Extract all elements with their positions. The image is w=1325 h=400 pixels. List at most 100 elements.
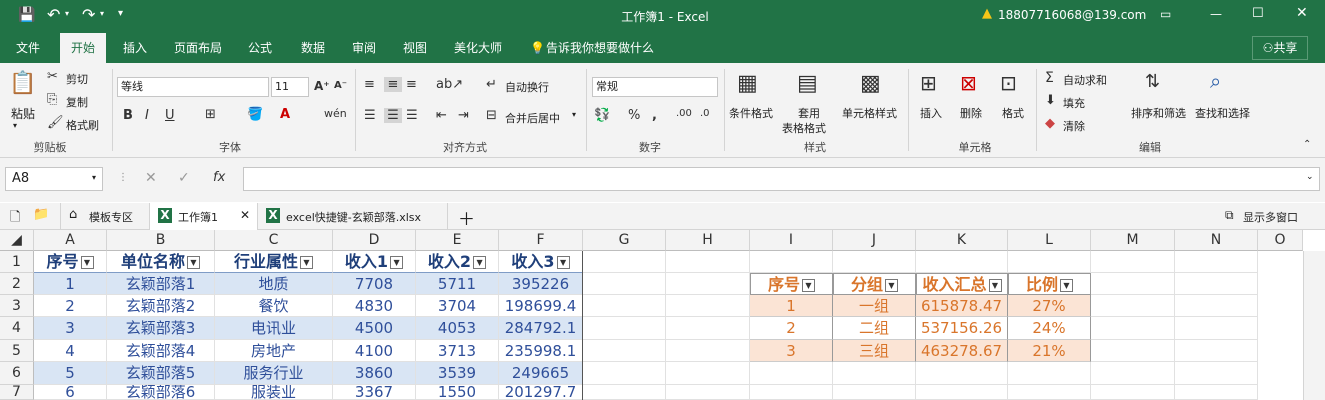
empty-cell[interactable]: [1091, 295, 1175, 317]
undo-dropdown-icon[interactable]: ▾: [65, 9, 69, 18]
decrease-font-icon[interactable]: A⁻: [334, 80, 347, 91]
empty-cell[interactable]: [666, 362, 750, 385]
border-icon[interactable]: ⊞: [205, 107, 216, 122]
increase-indent-icon[interactable]: ⇥: [458, 108, 469, 123]
clear-button[interactable]: 清除: [1063, 118, 1085, 134]
table-cell[interactable]: 5711: [416, 273, 499, 295]
empty-cell[interactable]: [666, 340, 750, 362]
column-header-E[interactable]: E: [416, 230, 499, 251]
phonetic-icon[interactable]: wén: [324, 107, 347, 120]
table-cell[interactable]: 3: [750, 340, 833, 362]
table-cell[interactable]: 3539: [416, 362, 499, 385]
filter-dropdown-icon[interactable]: ▼: [390, 256, 404, 269]
table-cell[interactable]: 201297.7: [499, 385, 583, 400]
copy-button[interactable]: 复制: [66, 94, 88, 110]
empty-cell[interactable]: [1091, 273, 1175, 295]
name-box-dropdown-icon[interactable]: ▾: [92, 173, 96, 182]
redo-dropdown-icon[interactable]: ▾: [100, 9, 104, 18]
empty-cell[interactable]: [583, 385, 666, 400]
column-header-N[interactable]: N: [1175, 230, 1258, 251]
header-cell[interactable]: 收入2 ▼: [416, 251, 499, 273]
table-cell[interactable]: 463278.67: [916, 340, 1008, 362]
tab-workbook1[interactable]: X 工作簿1 ✕: [150, 203, 258, 230]
column-header-J[interactable]: J: [833, 230, 916, 251]
tab-page-layout[interactable]: 页面布局: [168, 33, 228, 63]
tab-template[interactable]: ⌂ 模板专区: [60, 203, 150, 230]
column-header-H[interactable]: H: [666, 230, 750, 251]
header-cell[interactable]: 比例 ▼: [1008, 273, 1091, 295]
align-top-icon[interactable]: ≡: [364, 77, 375, 92]
empty-cell[interactable]: [833, 385, 916, 400]
column-header-C[interactable]: C: [215, 230, 333, 251]
row-header-1[interactable]: 1: [0, 251, 34, 273]
empty-cell[interactable]: [666, 273, 750, 295]
header-cell[interactable]: 单位名称 ▼: [107, 251, 215, 273]
table-cell[interactable]: 4830: [333, 295, 416, 317]
collapse-ribbon-icon[interactable]: ⌃: [1303, 139, 1311, 150]
align-center-icon[interactable]: ☰: [384, 108, 402, 123]
percent-icon[interactable]: %: [628, 108, 640, 123]
empty-cell[interactable]: [1091, 340, 1175, 362]
table-cell[interactable]: 1550: [416, 385, 499, 400]
column-header-F[interactable]: F: [499, 230, 583, 251]
empty-cell[interactable]: [1175, 362, 1258, 385]
header-cell[interactable]: 序号 ▼: [34, 251, 107, 273]
delete-cells-button[interactable]: 删除: [960, 105, 982, 121]
enter-icon[interactable]: ✓: [178, 170, 190, 186]
empty-cell[interactable]: [583, 251, 666, 273]
empty-cell[interactable]: [666, 251, 750, 273]
table-cell[interactable]: 284792.1: [499, 317, 583, 340]
font-size-select[interactable]: 11: [271, 77, 309, 97]
paste-dropdown-icon[interactable]: ▾: [13, 121, 17, 130]
table-cell[interactable]: 玄颖部落1: [107, 273, 215, 295]
tab-file2[interactable]: X excel快捷键-玄颖部落.xlsx: [258, 203, 448, 230]
merge-center-button[interactable]: 合并后居中: [505, 110, 560, 126]
empty-cell[interactable]: [750, 385, 833, 400]
filter-dropdown-icon[interactable]: ▼: [80, 256, 94, 269]
tab-file[interactable]: 文件: [5, 33, 51, 63]
column-header-G[interactable]: G: [583, 230, 666, 251]
table-cell[interactable]: 4100: [333, 340, 416, 362]
save-icon[interactable]: 💾: [18, 7, 35, 23]
empty-cell[interactable]: [1175, 273, 1258, 295]
empty-cell[interactable]: [1091, 362, 1175, 385]
table-cell[interactable]: 3: [34, 317, 107, 340]
wrap-text-button[interactable]: 自动换行: [505, 79, 549, 95]
column-header-B[interactable]: B: [107, 230, 215, 251]
decrease-decimal-icon[interactable]: .0: [700, 108, 710, 119]
empty-cell[interactable]: [750, 251, 833, 273]
filter-dropdown-icon[interactable]: ▼: [988, 279, 1002, 292]
header-cell[interactable]: 行业属性 ▼: [215, 251, 333, 273]
underline-button[interactable]: U: [165, 108, 175, 123]
paste-icon[interactable]: 📋: [9, 71, 37, 101]
table-cell[interactable]: 3367: [333, 385, 416, 400]
currency-icon[interactable]: 💱: [594, 108, 610, 123]
column-header-O[interactable]: O: [1258, 230, 1303, 251]
increase-font-icon[interactable]: A⁺: [314, 79, 330, 93]
empty-cell[interactable]: [1008, 251, 1091, 273]
table-cell[interactable]: 地质: [215, 273, 333, 295]
increase-decimal-icon[interactable]: .00: [676, 108, 692, 119]
paste-button[interactable]: 粘贴: [11, 105, 35, 122]
table-cell[interactable]: 7708: [333, 273, 416, 295]
empty-cell[interactable]: [666, 385, 750, 400]
spreadsheet-grid[interactable]: ◢ ABCDEFGHIJKLMNO 1234567 序号 ▼ 单位名称 ▼ 行业属性 ▼ 收…: [0, 230, 1325, 400]
empty-cell[interactable]: [833, 251, 916, 273]
filter-dropdown-icon[interactable]: ▼: [187, 256, 200, 269]
filter-dropdown-icon[interactable]: ▼: [1060, 279, 1073, 292]
undo-icon[interactable]: ↶: [47, 5, 60, 24]
bold-button[interactable]: B: [123, 108, 133, 123]
header-cell[interactable]: 收入汇总 ▼: [916, 273, 1008, 295]
column-header-M[interactable]: M: [1091, 230, 1175, 251]
format-table-line2[interactable]: 表格格式: [782, 120, 826, 136]
table-cell[interactable]: 电讯业: [215, 317, 333, 340]
empty-cell[interactable]: [833, 362, 916, 385]
tab-data[interactable]: 数据: [290, 33, 336, 63]
table-cell[interactable]: 3713: [416, 340, 499, 362]
empty-cell[interactable]: [583, 340, 666, 362]
empty-cell[interactable]: [1008, 385, 1091, 400]
empty-cell[interactable]: [583, 295, 666, 317]
table-cell[interactable]: 3704: [416, 295, 499, 317]
new-doc-icon[interactable]: 🗋: [10, 208, 20, 230]
empty-cell[interactable]: [583, 273, 666, 295]
